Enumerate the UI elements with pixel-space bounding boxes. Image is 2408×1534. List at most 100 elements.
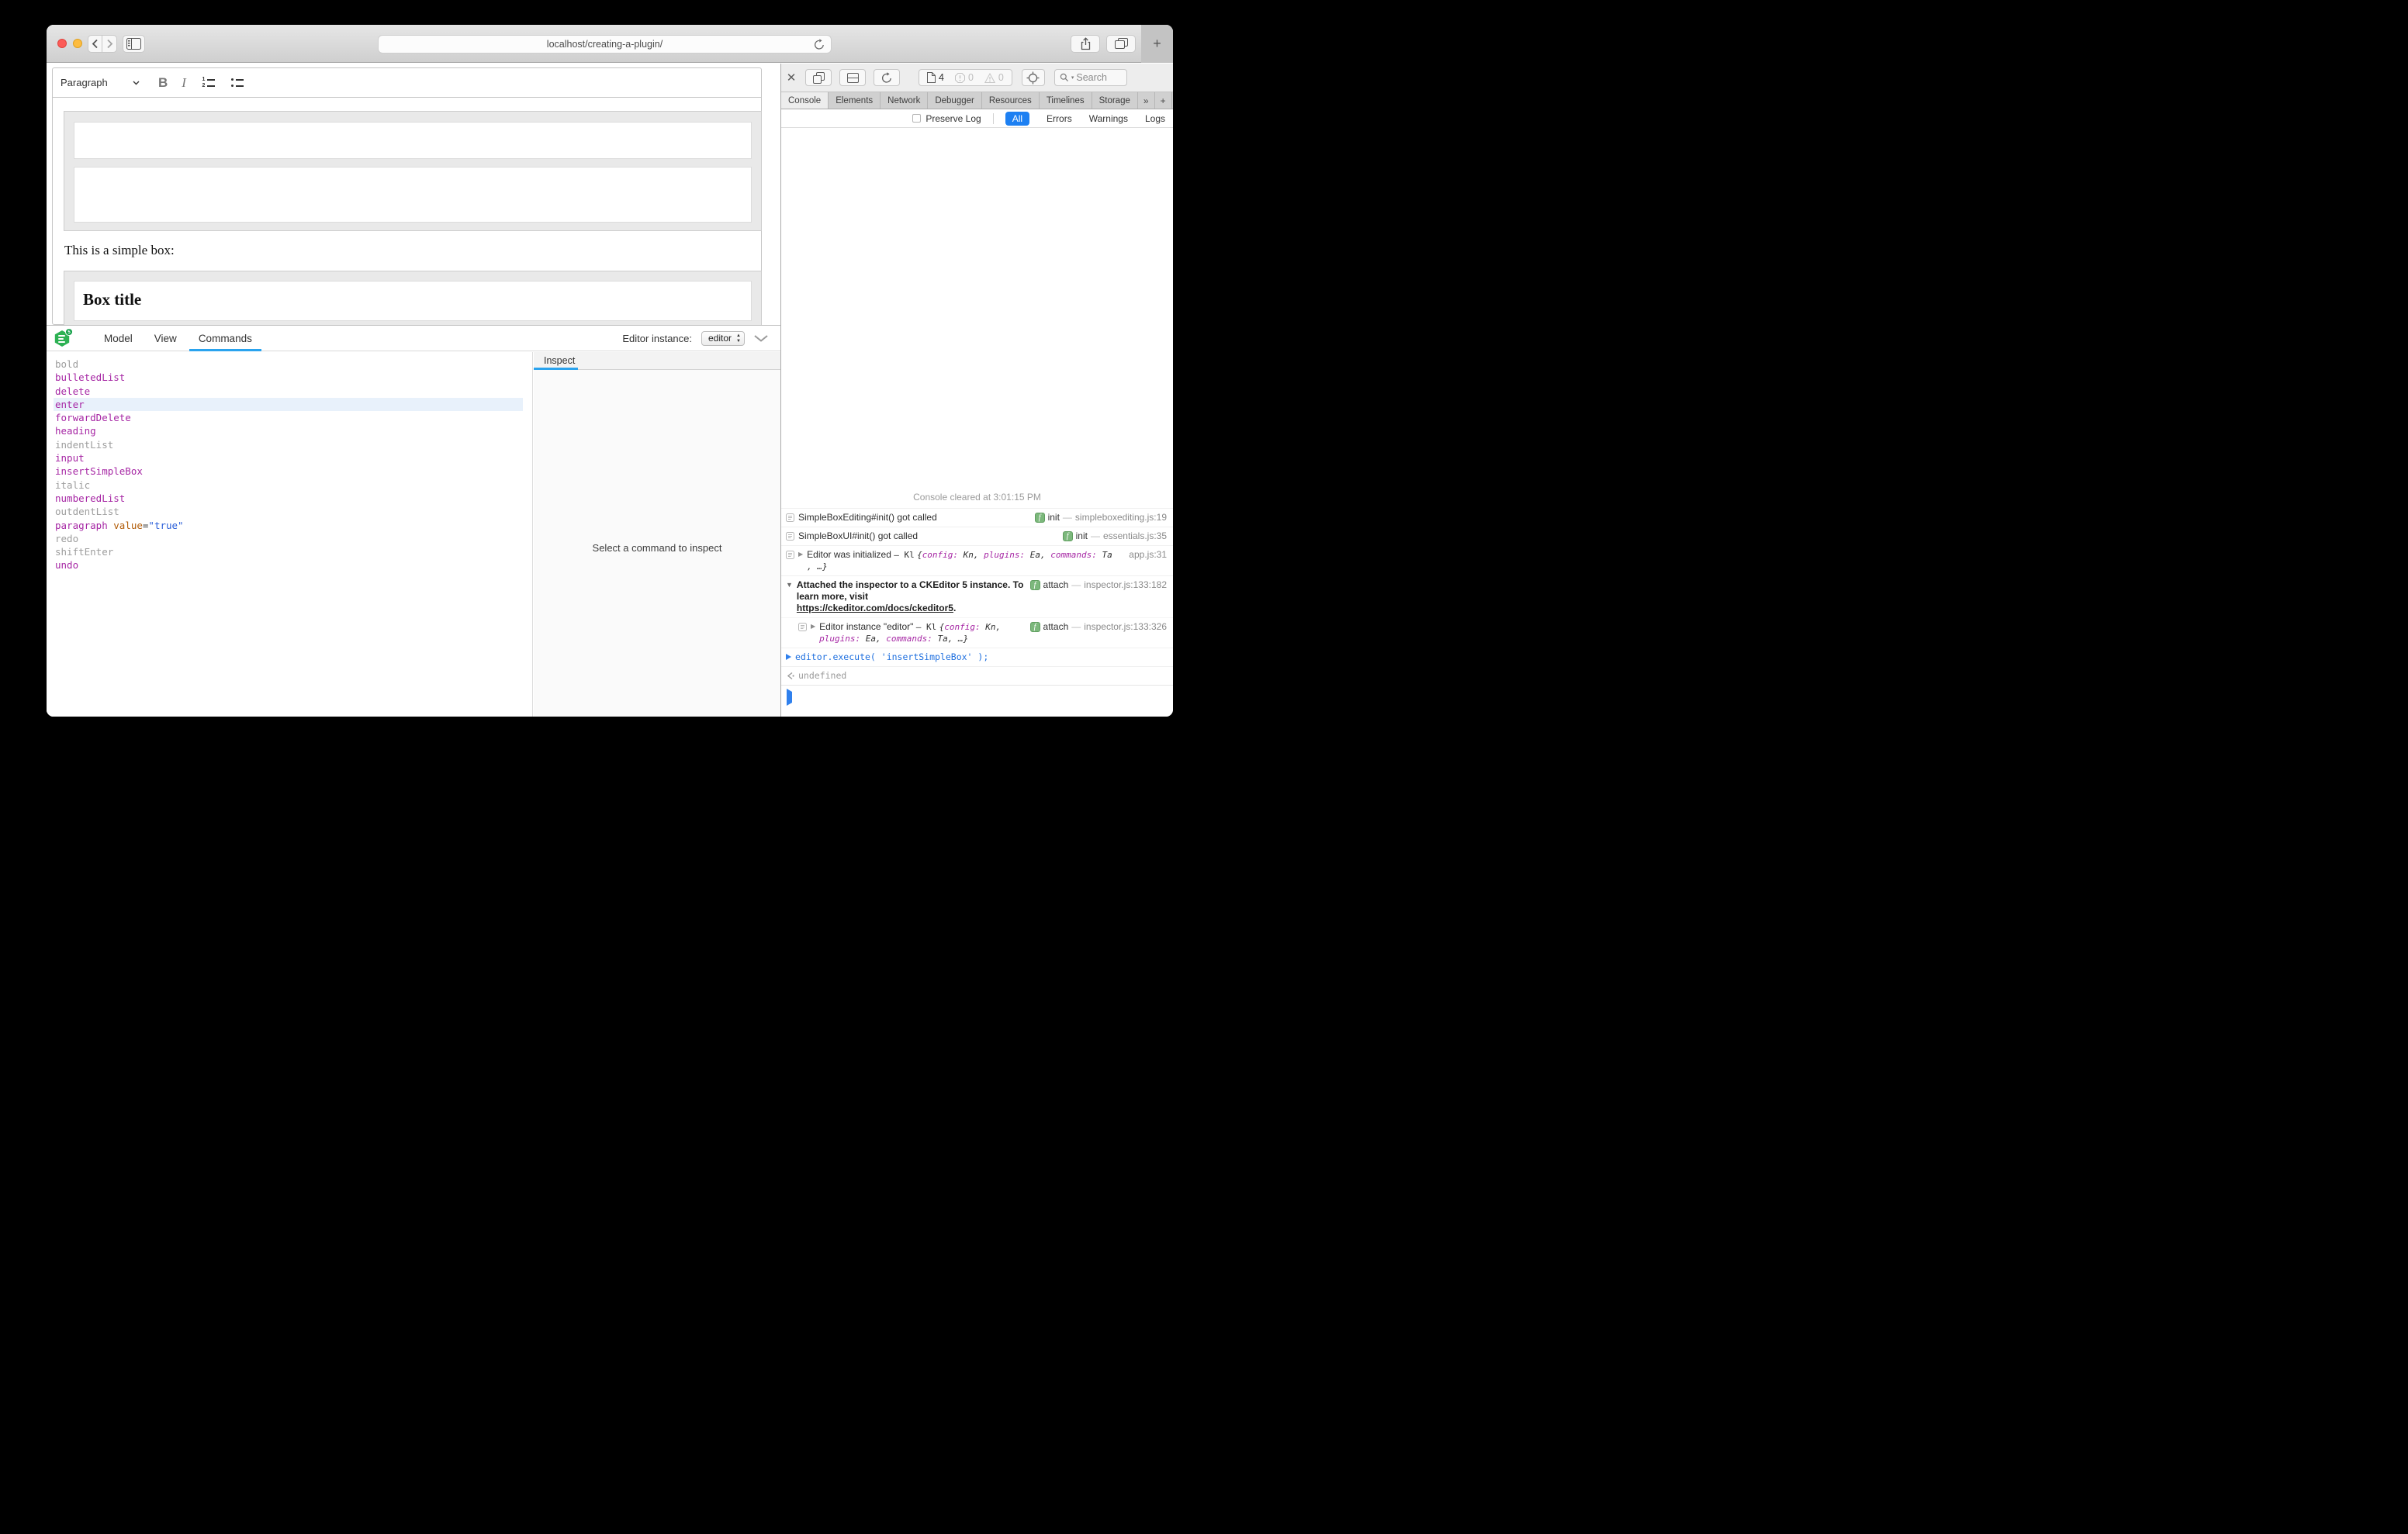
source-link[interactable]: inspector.js:133:182 [1084,579,1167,591]
command-item-shiftEnter[interactable]: shiftEnter [54,545,523,558]
source-link[interactable]: app.js:31 [1129,549,1167,561]
expand-triangle-icon[interactable]: ▶ [798,549,803,560]
command-item-outdentList[interactable]: outdentList [54,505,523,518]
preserve-log-toggle[interactable]: Preserve Log [912,113,981,124]
simple-box-widget-empty[interactable] [64,111,762,231]
detach-devtools-button[interactable] [805,69,832,86]
issues-summary[interactable]: 4 0 0 [919,69,1012,86]
command-item-redo[interactable]: redo [54,532,523,545]
page-count-item[interactable]: 4 [927,72,944,83]
tab-inspect[interactable]: Inspect [534,355,575,366]
ckeditor-docs-link[interactable]: https://ckeditor.com/docs/ckeditor5 [797,603,953,613]
reload-page-button[interactable] [874,69,900,86]
console-filter-warnings[interactable]: Warnings [1089,113,1128,124]
command-item-paragraph[interactable]: paragraph value="true" [54,519,523,532]
log-icon [786,513,794,522]
back-button[interactable] [88,35,102,53]
simple-box-title-field[interactable]: Box title [74,281,752,321]
console-result-row[interactable]: undefined [781,666,1173,685]
box-title-text[interactable]: Box title [74,282,751,309]
share-button[interactable] [1071,35,1100,53]
minimize-window-button[interactable] [73,39,82,48]
devtools-tab-overflow-icon[interactable]: » [1138,92,1155,109]
devtools-settings-gear-icon[interactable]: ⚙ [1172,92,1173,109]
console-filter-errors[interactable]: Errors [1047,113,1072,124]
warning-count-item[interactable]: 0 [984,72,1004,83]
element-picker-button[interactable] [1022,69,1045,86]
editor-instance-select[interactable]: editor ▲▼ [701,331,745,346]
devtools-tab-elements[interactable]: Elements [829,92,881,109]
console-log-row[interactable]: ▶ Editor was initialized – Kl {config: K… [781,545,1173,575]
console-log-row[interactable]: SimpleBoxUI#init() got called f init — e… [781,527,1173,545]
command-item-indentList[interactable]: indentList [54,438,523,451]
inspect-tab-bar: Inspect [534,352,780,370]
devtools-search-field[interactable]: ▾ Search [1054,69,1127,86]
console-input-echo-row[interactable]: editor.execute( 'insertSimpleBox' ); [781,648,1173,666]
console-filter-logs[interactable]: Logs [1145,113,1165,124]
command-item-italic[interactable]: italic [54,479,523,492]
tab-overview-button[interactable] [1106,35,1136,53]
reload-icon [881,72,892,84]
source-link[interactable]: inspector.js:133:326 [1084,621,1167,633]
console-log-row[interactable]: ▼ Attached the inspector to a CKEditor 5… [781,575,1173,617]
command-item-undo[interactable]: undo [54,558,523,572]
command-item-bold[interactable]: bold [54,358,523,371]
console-cleared-message: Console cleared at 3:01:15 PM [781,488,1173,508]
devtools-new-tab-icon[interactable]: + [1155,92,1172,109]
devtools-tab-debugger[interactable]: Debugger [928,92,982,109]
devtools-tab-console[interactable]: Console [781,92,829,109]
log-message: Editor instance "editor" – Kl {config: K… [819,621,1026,644]
console-log-row-nested[interactable]: ▶ Editor instance "editor" – Kl {config:… [781,617,1173,648]
collapse-triangle-icon[interactable]: ▼ [786,579,793,590]
devtools-tab-timelines[interactable]: Timelines [1040,92,1092,109]
simple-box-description-field[interactable] [74,167,752,223]
forward-button[interactable] [102,35,117,53]
new-tab-button[interactable]: + [1141,25,1173,63]
command-item-insertSimpleBox[interactable]: insertSimpleBox [54,465,523,478]
error-count-item[interactable]: 0 [955,72,974,83]
command-item-enter[interactable]: enter [54,398,523,411]
editor-paragraph[interactable]: This is a simple box: [64,243,175,258]
bold-button[interactable]: B [158,75,168,91]
console-result-value: undefined [798,670,1167,682]
close-devtools-button[interactable]: ✕ [785,71,797,85]
inspector-tab-model[interactable]: Model [93,326,144,351]
search-scope-chevron-icon: ▾ [1071,74,1074,81]
devtools-tab-storage[interactable]: Storage [1092,92,1138,109]
web-inspector-pane: ✕ 4 0 0 [780,64,1173,717]
address-bar[interactable]: localhost/creating-a-plugin/ [378,35,832,54]
source-link[interactable]: essentials.js:35 [1103,530,1167,542]
inspector-tab-commands[interactable]: Commands [188,326,263,351]
command-item-delete[interactable]: delete [54,385,523,398]
expand-triangle-icon[interactable]: ▶ [811,621,815,632]
devtools-tab-resources[interactable]: Resources [982,92,1040,109]
command-item-numberedList[interactable]: numberedList [54,492,523,505]
preserve-log-checkbox[interactable] [912,114,921,123]
console-prompt[interactable] [781,685,1173,717]
log-message: Editor was initialized – Kl {config: Kn,… [807,549,1125,572]
bulleted-list-button[interactable] [230,78,244,88]
console-log-row[interactable]: SimpleBoxEditing#init() got called f ini… [781,508,1173,527]
command-item-forwardDelete[interactable]: forwardDelete [54,411,523,424]
commands-list: boldbulletedListdeleteenterforwardDelete… [47,352,533,717]
simple-box-title-field[interactable] [74,122,752,159]
dock-side-button[interactable] [839,69,866,86]
italic-button[interactable]: I [182,75,186,91]
command-item-input[interactable]: input [54,451,523,465]
sidebar-toggle-button[interactable] [123,35,145,53]
heading-dropdown[interactable]: Paragraph [61,77,144,88]
command-item-bulletedList[interactable]: bulletedList [54,371,523,384]
source-link[interactable]: simpleboxediting.js:19 [1075,512,1167,523]
reload-icon[interactable] [814,39,825,50]
simple-box-widget-titled[interactable]: Box title [64,271,762,330]
numbered-list-button[interactable]: 1 2 [202,78,215,88]
console-pane[interactable]: Console cleared at 3:01:15 PM SimpleBoxE… [781,130,1173,717]
collapse-inspector-button[interactable] [754,335,768,342]
function-name: init [1076,530,1088,542]
close-window-button[interactable] [57,39,67,48]
command-item-heading[interactable]: heading [54,424,523,437]
inspector-tab-view[interactable]: View [144,326,188,351]
devtools-tab-network[interactable]: Network [881,92,928,109]
console-filter-all[interactable]: All [1005,112,1029,126]
log-message: Attached the inspector to a CKEditor 5 i… [797,579,1026,614]
